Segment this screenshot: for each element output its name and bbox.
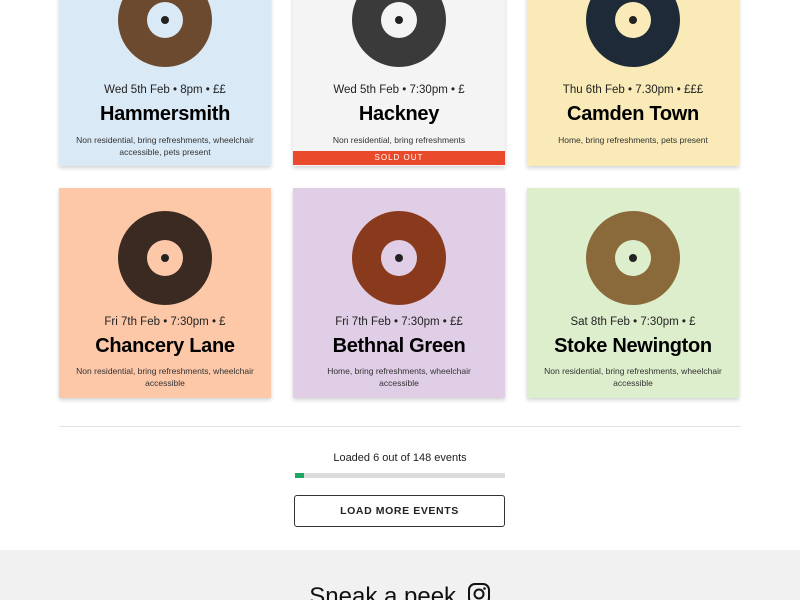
event-title: Hammersmith [99,103,231,125]
event-description: Non residential, bring refreshments, whe… [76,135,254,157]
sneak-peek-text: Sneak a peek [309,582,457,600]
vinyl-label [147,2,183,38]
event-description: Non residential, bring refreshments [332,135,466,145]
event-title: Hackney [358,103,440,125]
event-card[interactable]: Thu 6th Feb • 7.30pm • £££ Camden Town H… [527,0,739,166]
event-meta: Wed 5th Feb • 7:30pm • £ [333,84,465,96]
vinyl-label [381,2,417,38]
event-card[interactable]: Sat 8th Feb • 7:30pm • £ Stoke Newington… [527,188,739,398]
vinyl-image [118,211,212,305]
event-meta: Thu 6th Feb • 7.30pm • £££ [562,84,704,96]
event-description: Home, bring refreshments, wheelchair acc… [327,366,471,388]
vinyl-label [615,2,651,38]
instagram-icon[interactable] [467,582,491,600]
vinyl-image [586,211,680,305]
event-card[interactable]: Fri 7th Feb • 7:30pm • £ Chancery Lane N… [59,188,271,398]
event-meta: Wed 5th Feb • 8pm • ££ [104,84,226,96]
load-more-button[interactable]: LOAD MORE EVENTS [294,495,505,527]
load-progress-bar [295,473,505,478]
vinyl-image [118,0,212,67]
event-description: Non residential, bring refreshments, whe… [544,366,722,388]
event-title: Camden Town [567,103,699,125]
section-divider [59,426,741,427]
sneak-peek-heading: Sneak a peek [0,582,800,600]
event-description: Home, bring refreshments, pets present [558,135,708,145]
event-card[interactable]: Wed 5th Feb • 8pm • ££ Hammersmith Non r… [59,0,271,166]
event-title: Bethnal Green [332,335,466,357]
event-card[interactable]: Fri 7th Feb • 7:30pm • ££ Bethnal Green … [293,188,505,398]
event-card[interactable]: Wed 5th Feb • 7:30pm • £ Hackney Non res… [293,0,505,166]
vinyl-image [352,211,446,305]
event-description: Non residential, bring refreshments, whe… [76,366,254,388]
event-meta: Sat 8th Feb • 7:30pm • £ [570,316,696,328]
sold-out-badge: SOLD OUT [293,151,505,165]
vinyl-label [381,240,417,276]
loaded-count-text: Loaded 6 out of 148 events [333,452,467,464]
vinyl-image [352,0,446,67]
event-title: Stoke Newington [554,335,712,357]
event-meta: Fri 7th Feb • 7:30pm • ££ [335,316,463,328]
load-progress-fill [295,473,304,478]
vinyl-image [586,0,680,67]
vinyl-label [615,240,651,276]
vinyl-label [147,240,183,276]
event-title: Chancery Lane [95,335,235,357]
event-meta: Fri 7th Feb • 7:30pm • £ [104,316,226,328]
